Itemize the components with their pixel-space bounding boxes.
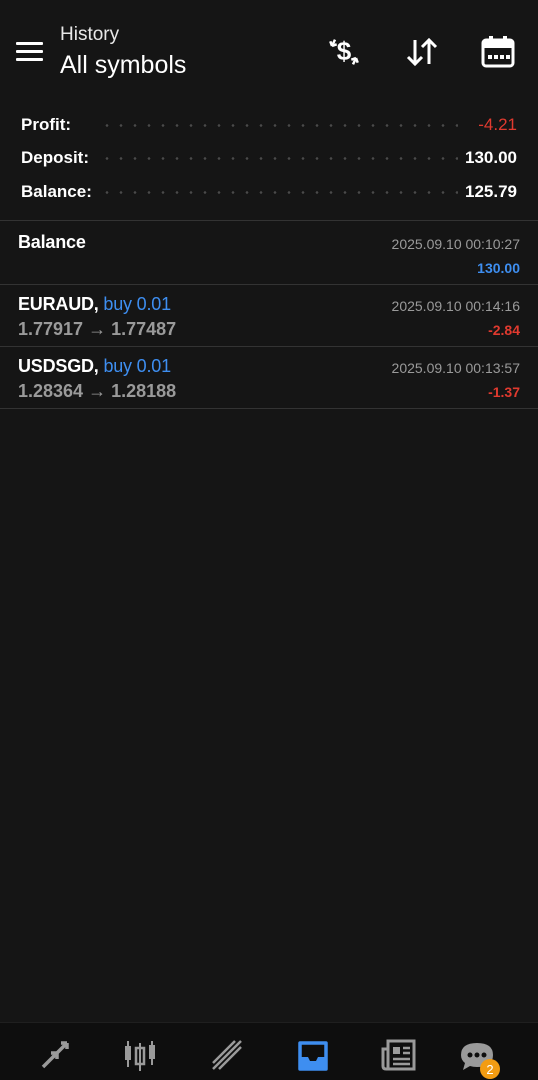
profit-value: -4.21 xyxy=(472,114,517,135)
symbol-filter-title[interactable]: All symbols xyxy=(60,51,186,80)
deal-type: buy 0.01 xyxy=(103,294,171,314)
trade-icon[interactable] xyxy=(202,1035,252,1079)
dotted-leader xyxy=(100,190,458,194)
header-subtitle: History xyxy=(60,24,120,45)
divider xyxy=(0,408,538,409)
calendar-icon[interactable] xyxy=(476,30,520,74)
symbol-name: USDSGD, xyxy=(18,356,99,376)
svg-text:$: $ xyxy=(337,36,352,66)
divider xyxy=(0,220,538,221)
deal-symbol: USDSGD, buy 0.01 xyxy=(18,356,171,377)
deal-type: buy 0.01 xyxy=(103,356,171,376)
deposit-value: 130.00 xyxy=(459,148,517,169)
deal-amount: 130.00 xyxy=(477,260,520,276)
bottom-navigation: 2 xyxy=(0,1022,538,1080)
list-item-balance[interactable]: Balance 2025.09.10 00:10:27 130.00 xyxy=(0,224,538,286)
history-icon[interactable] xyxy=(288,1035,338,1079)
chat-icon[interactable]: 2 xyxy=(452,1035,502,1079)
account-summary: Profit: -4.21 Deposit: 130.00 Balance: 1… xyxy=(0,108,538,209)
summary-row-balance: Balance: 125.79 xyxy=(0,175,538,209)
divider xyxy=(0,346,538,347)
app-header: History All symbols $ xyxy=(0,0,538,100)
deal-time: 2025.09.10 00:10:27 xyxy=(391,236,520,252)
divider xyxy=(0,284,538,285)
menu-icon[interactable] xyxy=(14,38,46,66)
chart-icon[interactable] xyxy=(115,1035,165,1079)
deal-amount: -1.37 xyxy=(488,384,520,400)
symbol-name: EURAUD, xyxy=(18,294,99,314)
currency-exchange-icon[interactable]: $ xyxy=(322,30,366,74)
summary-row-profit: Profit: -4.21 xyxy=(0,108,538,142)
deal-symbol: Balance xyxy=(18,232,86,252)
list-item-euraud[interactable]: EURAUD, buy 0.01 1.77917 → 1.77487 2025.… xyxy=(0,286,538,348)
chat-badge: 2 xyxy=(480,1059,500,1079)
quotes-icon[interactable] xyxy=(30,1035,80,1079)
deal-time: 2025.09.10 00:14:16 xyxy=(391,298,520,314)
news-icon[interactable] xyxy=(374,1035,424,1079)
dotted-leader xyxy=(100,123,458,127)
sort-icon[interactable] xyxy=(400,30,444,74)
deal-amount: -2.84 xyxy=(488,322,520,338)
balance-label: Balance: xyxy=(21,181,98,202)
profit-label: Profit: xyxy=(21,114,78,135)
list-item-usdsgd[interactable]: USDSGD, buy 0.01 1.28364 → 1.28188 2025.… xyxy=(0,348,538,410)
deal-prices: 1.77917 → 1.77487 xyxy=(18,319,177,339)
deposit-label: Deposit: xyxy=(21,148,95,169)
deal-prices: 1.28364 → 1.28188 xyxy=(18,381,177,401)
summary-row-deposit: Deposit: 130.00 xyxy=(0,142,538,176)
dotted-leader xyxy=(100,157,458,161)
deal-time: 2025.09.10 00:13:57 xyxy=(391,360,520,376)
balance-value: 125.79 xyxy=(459,181,517,202)
deal-symbol: EURAUD, buy 0.01 xyxy=(18,294,171,315)
